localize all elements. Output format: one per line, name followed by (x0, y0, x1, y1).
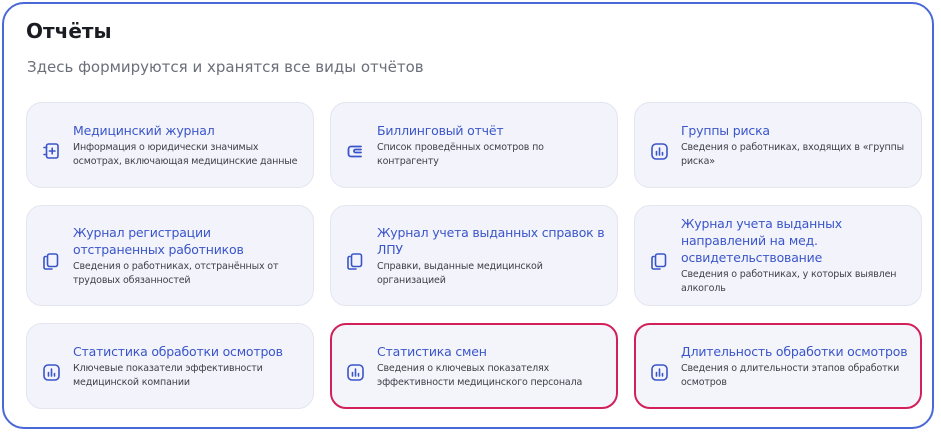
documents-icon (41, 252, 61, 272)
bar-chart-icon (649, 362, 669, 382)
report-card-exam-statistics[interactable]: Статистика обработки осмотров Ключевые п… (26, 323, 314, 409)
report-description: Сведения о работниках, входящих в «групп… (681, 141, 905, 167)
report-card-shift-statistics[interactable]: Статистика смен Сведения о ключевых пока… (330, 323, 618, 409)
report-description: Сведения о ключевых показателях эффектив… (377, 362, 583, 388)
report-card-suspended-workers[interactable]: Журнал регистрации отстраненных работник… (26, 205, 314, 306)
report-card-risk-groups[interactable]: Группы риска Сведения о работниках, вход… (634, 102, 922, 188)
reports-grid: Медицинский журнал Информация о юридичес… (26, 102, 922, 409)
report-title: Статистика смен (377, 343, 487, 359)
page-title: Отчёты (26, 19, 112, 43)
report-card-exam-duration[interactable]: Длительность обработки осмотров Сведения… (634, 323, 922, 409)
reports-panel: Отчёты Здесь формируются и хранятся все … (2, 2, 934, 429)
report-description: Ключевые показатели эффективности медици… (73, 362, 263, 388)
page-subtitle: Здесь формируются и хранятся все виды от… (27, 58, 424, 76)
report-description: Сведения о работниках, отстранённых от т… (73, 260, 279, 286)
report-card-medical-referrals[interactable]: Журнал учета выданных направлений на мед… (634, 205, 922, 306)
journal-plus-icon (41, 141, 61, 161)
bar-chart-icon (345, 362, 365, 382)
report-title: Журнал учета выданных справок в ЛПУ (377, 224, 605, 257)
report-title: Группы риска (681, 122, 770, 138)
wallet-icon (345, 141, 365, 161)
report-card-billing[interactable]: Биллинговый отчёт Список проведённых осм… (330, 102, 618, 188)
report-title: Статистика обработки осмотров (73, 343, 283, 359)
report-description: Сведения о работниках, у которых выявлен… (681, 269, 897, 294)
report-title: Длительность обработки осмотров (681, 343, 908, 359)
bar-chart-icon (649, 141, 669, 161)
report-title: Журнал регистрации отстраненных работник… (73, 224, 244, 257)
report-description: Сведения о длительности этапов обработки… (681, 362, 900, 388)
report-description: Список проведённых осмотров по контраген… (377, 141, 544, 167)
report-title: Журнал учета выданных направлений на мед… (681, 216, 842, 265)
report-card-issued-certificates[interactable]: Журнал учета выданных справок в ЛПУ Спра… (330, 205, 618, 306)
bar-chart-icon (41, 362, 61, 382)
report-description: Информация о юридически значимых осмотра… (73, 141, 298, 167)
documents-icon (649, 252, 669, 272)
report-card-medical-journal[interactable]: Медицинский журнал Информация о юридичес… (26, 102, 314, 188)
documents-icon (345, 252, 365, 272)
report-description: Справки, выданные медицинской организаци… (377, 260, 543, 286)
report-title: Биллинговый отчёт (377, 122, 504, 138)
report-title: Медицинский журнал (73, 122, 215, 138)
